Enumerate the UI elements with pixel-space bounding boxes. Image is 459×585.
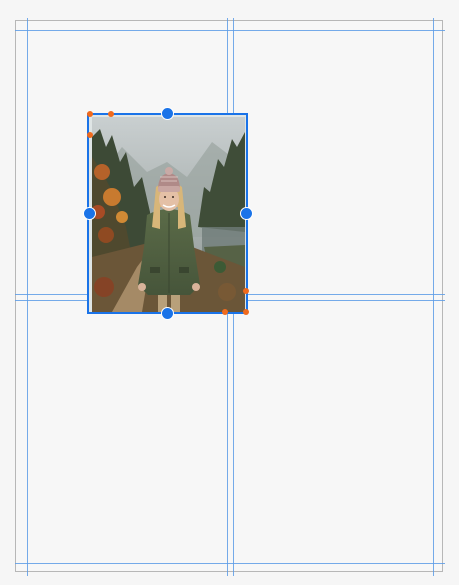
crop-handle-top-left-h[interactable] — [108, 111, 114, 117]
resize-handle-left[interactable] — [83, 207, 96, 220]
crop-handle-bottom-right-v[interactable] — [243, 288, 249, 294]
editor-canvas[interactable] — [0, 0, 459, 585]
resize-handle-top[interactable] — [161, 107, 174, 120]
selected-image-frame[interactable] — [87, 113, 248, 314]
crop-handle-bottom-right[interactable] — [243, 309, 249, 315]
guide-left-margin[interactable] — [27, 18, 28, 576]
crop-handle-top-left-v[interactable] — [87, 132, 93, 138]
hiker-photo — [92, 117, 245, 312]
guide-top-margin[interactable] — [15, 30, 445, 31]
guide-right-margin[interactable] — [433, 18, 434, 576]
crop-handle-bottom-right-h[interactable] — [222, 309, 228, 315]
crop-handle-top-left[interactable] — [87, 111, 93, 117]
resize-handle-bottom[interactable] — [161, 307, 174, 320]
guide-bottom-margin[interactable] — [15, 563, 445, 564]
resize-handle-right[interactable] — [240, 207, 253, 220]
